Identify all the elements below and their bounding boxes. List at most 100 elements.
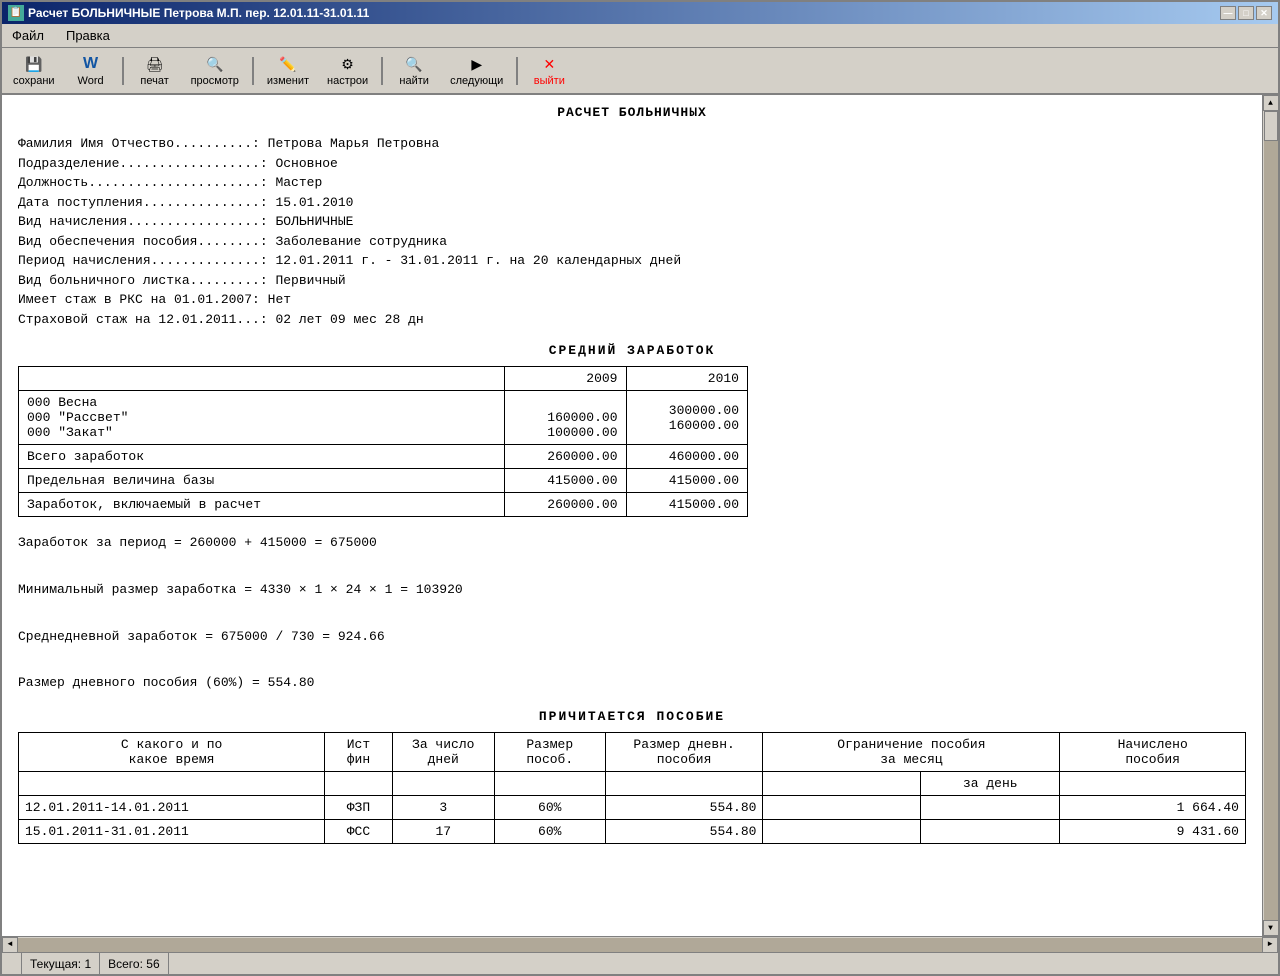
print-icon: 🖨	[144, 54, 166, 74]
benefit-row2-daily: 554.80	[605, 819, 763, 843]
preview-button[interactable]: 🔍 просмотр	[184, 51, 246, 90]
toolbar-sep-4	[516, 57, 518, 85]
next-button[interactable]: ▶ следующи	[443, 51, 510, 90]
menu-edit[interactable]: Правка	[60, 26, 116, 45]
earnings-total-desc: Всего заработок	[19, 445, 505, 469]
calc-line-3: Среднедневной заработок = 675000 / 730 =…	[18, 625, 1246, 648]
info-label-date: Дата поступления...............:	[18, 193, 275, 213]
word-icon: W	[80, 54, 102, 74]
statusbar: Текущая: 1 Всего: 56	[2, 952, 1278, 974]
scroll-track[interactable]	[1264, 111, 1278, 920]
total-label: Всего:	[108, 957, 143, 971]
benefit-row1-pct: 60%	[494, 795, 605, 819]
info-value-sheet-type: Первичный	[275, 271, 345, 291]
info-label-benefit-type: Вид обеспечения пособия........:	[18, 232, 275, 252]
scroll-left-button[interactable]: ◄	[2, 937, 18, 953]
scroll-thumb[interactable]	[1264, 111, 1278, 141]
close-button[interactable]: ✕	[1256, 6, 1272, 20]
earnings-orgs-desc: 000 Весна000 "Рассвет"000 "Закат"	[19, 391, 505, 445]
find-icon: 🔍	[403, 54, 425, 74]
info-row-insurance: Страховой стаж на 12.01.2011...: 02 лет …	[18, 310, 1246, 330]
info-value-pos: Мастер	[275, 173, 322, 193]
benefit-th-limit-day: за день	[921, 771, 1060, 795]
calc-line-2: Минимальный размер заработка = 4330 × 1 …	[18, 578, 1246, 601]
earnings-orgs-row: 000 Весна000 "Рассвет"000 "Закат" 160000…	[19, 391, 748, 445]
earnings-included-2009: 260000.00	[505, 493, 627, 517]
horizontal-scrollbar[interactable]: ◄ ►	[2, 936, 1278, 952]
benefit-th-pct: Размерпособ.	[494, 732, 605, 771]
minimize-button[interactable]: —	[1220, 6, 1236, 20]
word-button[interactable]: W Word	[66, 51, 116, 90]
benefit-row-1: 12.01.2011-14.01.2011 ФЗП 3 60% 554.80 1…	[19, 795, 1246, 819]
scroll-right-button[interactable]: ►	[1262, 937, 1278, 953]
preview-label: просмотр	[191, 75, 239, 87]
info-row-pos: Должность......................: Мастер	[18, 173, 1246, 193]
benefit-row2-lim-day	[921, 819, 1060, 843]
benefit-row2-lim-month	[763, 819, 921, 843]
info-label-rks: Имеет стаж в РКС на 01.01.2007:	[18, 290, 268, 310]
benefit-th-period: С какого и покакое время	[19, 732, 325, 771]
benefit-th-accrued-2	[1060, 771, 1246, 795]
benefit-th-limit-month	[763, 771, 921, 795]
benefit-th-period-2	[19, 771, 325, 795]
earnings-limit-desc: Предельная величина базы	[19, 469, 505, 493]
vertical-scrollbar[interactable]: ▲ ▼	[1262, 95, 1278, 936]
calc-line-1: Заработок за период = 260000 + 415000 = …	[18, 531, 1246, 554]
benefit-th-days: За числодней	[392, 732, 494, 771]
title-bar: 📋 Расчет БОЛЬНИЧНЫЕ Петрова М.П. пер. 12…	[2, 2, 1278, 24]
benefit-row1-source: ФЗП	[325, 795, 393, 819]
scroll-up-button[interactable]: ▲	[1263, 95, 1279, 111]
info-row-period: Период начисления..............: 12.01.2…	[18, 251, 1246, 271]
info-value-benefit-type: Заболевание сотрудника	[275, 232, 447, 252]
find-button[interactable]: 🔍 найти	[389, 51, 439, 90]
info-block: Фамилия Имя Отчество..........: Петрова …	[18, 134, 1246, 329]
benefit-row1-lim-month	[763, 795, 921, 819]
benefit-row2-pct: 60%	[494, 819, 605, 843]
benefit-th-daily-2	[605, 771, 763, 795]
info-value-insurance: 02 лет 09 мес 28 дн	[275, 310, 423, 330]
info-label-insurance: Страховой стаж на 12.01.2011...:	[18, 310, 275, 330]
earnings-orgs-2010: 300000.00160000.00	[626, 391, 748, 445]
info-label-pos: Должность......................:	[18, 173, 275, 193]
earnings-col-2010: 2010	[626, 367, 748, 391]
info-row-date: Дата поступления...............: 15.01.2…	[18, 193, 1246, 213]
scroll-down-button[interactable]: ▼	[1263, 920, 1279, 936]
print-button[interactable]: 🖨 печат	[130, 51, 180, 90]
hscroll-track[interactable]	[18, 938, 1262, 952]
info-row-benefit-type: Вид обеспечения пособия........: Заболев…	[18, 232, 1246, 252]
info-label-fio: Фамилия Имя Отчество..........:	[18, 134, 268, 154]
info-row-fio: Фамилия Имя Отчество..........: Петрова …	[18, 134, 1246, 154]
save-button[interactable]: 💾 сохрани	[6, 51, 62, 90]
calc-block: Заработок за период = 260000 + 415000 = …	[18, 531, 1246, 695]
info-label-type: Вид начисления.................:	[18, 212, 275, 232]
benefit-row-2: 15.01.2011-31.01.2011 ФСС 17 60% 554.80 …	[19, 819, 1246, 843]
earnings-total-2009: 260000.00	[505, 445, 627, 469]
benefit-th-limit-header: Ограничение пособияза месяц	[763, 732, 1060, 771]
benefit-row2-accrued: 9 431.60	[1060, 819, 1246, 843]
settings-button[interactable]: ⚙ настрои	[320, 51, 375, 90]
maximize-button[interactable]: □	[1238, 6, 1254, 20]
next-icon: ▶	[466, 54, 488, 74]
benefit-th-daily: Размер дневн.пособия	[605, 732, 763, 771]
info-row-rks: Имеет стаж в РКС на 01.01.2007: Нет	[18, 290, 1246, 310]
toolbar: 💾 сохрани W Word 🖨 печат 🔍 просмотр ✏️ и…	[2, 48, 1278, 95]
benefit-row2-days: 17	[392, 819, 494, 843]
app-icon: 📋	[8, 5, 24, 21]
benefit-th-accrued: Начисленопособия	[1060, 732, 1246, 771]
earnings-col-header-desc	[19, 367, 505, 391]
save-icon: 💾	[23, 54, 45, 74]
benefit-th-pct-2	[494, 771, 605, 795]
benefit-table: С какого и покакое время Истфин За число…	[18, 732, 1246, 844]
earnings-col-2009: 2009	[505, 367, 627, 391]
earnings-limit-2009: 415000.00	[505, 469, 627, 493]
doc-main-title: РАСЧЕТ БОЛЬНИЧНЫХ	[18, 105, 1246, 120]
total-value: 56	[146, 957, 159, 971]
exit-button[interactable]: ✕ выйти	[524, 51, 574, 90]
menu-file[interactable]: Файл	[6, 26, 50, 45]
toolbar-sep-3	[381, 57, 383, 85]
edit-button[interactable]: ✏️ изменит	[260, 51, 316, 90]
current-label: Текущая:	[30, 957, 81, 971]
content-area[interactable]: РАСЧЕТ БОЛЬНИЧНЫХ Фамилия Имя Отчество..…	[2, 95, 1262, 936]
toolbar-sep-1	[122, 57, 124, 85]
next-label: следующи	[450, 75, 503, 87]
